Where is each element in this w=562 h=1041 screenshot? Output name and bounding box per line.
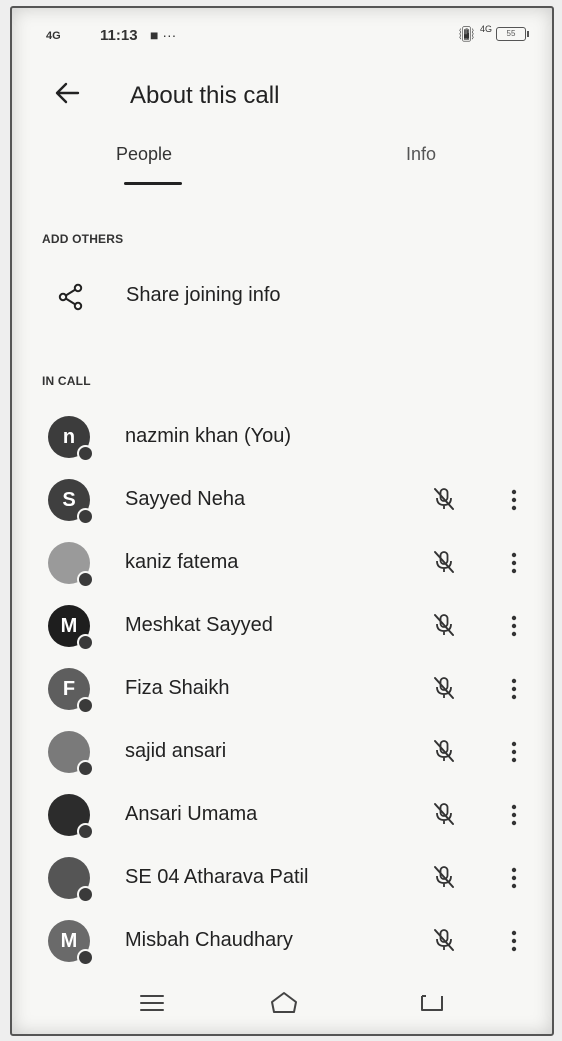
presence-dot xyxy=(77,949,94,966)
status-bar: 4G 11:13 ■ ··· 📳︎ 4G 55 xyxy=(12,8,552,60)
more-options-icon[interactable] xyxy=(504,863,524,893)
status-right: 📳︎ 4G 55 xyxy=(456,24,529,43)
participant-row[interactable]: kaniz fatema xyxy=(12,532,552,592)
avatar xyxy=(48,542,94,588)
participant-name: Fiza Shaikh xyxy=(125,677,230,699)
more-options-icon[interactable] xyxy=(504,674,524,704)
avatar: M xyxy=(48,605,94,651)
share-joining-info-label: Share joining info xyxy=(126,284,281,306)
mic-off-icon[interactable] xyxy=(430,926,458,954)
participant-row[interactable]: F Fiza Shaikh xyxy=(12,658,552,718)
participant-name: Sayyed Neha xyxy=(125,488,246,510)
notification-icons: ■ ··· xyxy=(150,27,177,43)
section-add-others: ADD OTHERS xyxy=(42,232,124,246)
participant-row[interactable]: M Misbah Chaudhary xyxy=(12,910,552,970)
presence-dot xyxy=(77,886,94,903)
presence-dot xyxy=(77,508,94,525)
presence-dot xyxy=(77,760,94,777)
share-icon xyxy=(58,283,83,311)
tab-bar: People Info xyxy=(12,128,552,188)
avatar: M xyxy=(48,920,94,966)
more-options-icon[interactable] xyxy=(504,611,524,641)
mic-off-icon[interactable] xyxy=(430,737,458,765)
participant-row[interactable]: S Sayyed Neha xyxy=(12,469,552,529)
status-time: 11:13 xyxy=(100,27,138,44)
avatar: n xyxy=(48,416,94,462)
battery-icon: 55 xyxy=(496,27,529,41)
mic-off-icon[interactable] xyxy=(430,611,458,639)
participant-name: Meshkat Sayyed xyxy=(125,614,273,636)
participant-name: sajid ansari xyxy=(125,740,227,762)
presence-dot xyxy=(77,823,94,840)
network-type: 4G xyxy=(479,24,492,34)
active-tab-indicator xyxy=(124,182,182,185)
participant-name: SE 04 Atharava Patil xyxy=(125,866,309,888)
participant-row[interactable]: SE 04 Atharava Patil xyxy=(12,847,552,907)
avatar xyxy=(48,857,94,903)
page-title: About this call xyxy=(130,82,280,109)
home-icon[interactable] xyxy=(264,988,304,1018)
mic-off-icon[interactable] xyxy=(430,548,458,576)
avatar xyxy=(48,794,94,840)
presence-dot xyxy=(77,571,94,588)
participant-row[interactable]: sajid ansari xyxy=(12,721,552,781)
participant-row[interactable]: Ansari Umama xyxy=(12,784,552,844)
presence-dot xyxy=(77,634,94,651)
system-nav-bar xyxy=(12,972,552,1034)
tab-info[interactable]: Info xyxy=(406,144,436,165)
signal-indicator: 4G xyxy=(46,30,61,42)
tab-people[interactable]: People xyxy=(116,144,172,165)
more-options-icon[interactable] xyxy=(504,926,524,956)
share-joining-info-button[interactable]: Share joining info xyxy=(12,268,552,328)
participant-row[interactable]: n nazmin khan (You) xyxy=(12,406,552,466)
participant-name: Misbah Chaudhary xyxy=(125,929,293,951)
app-bar: About this call xyxy=(12,66,552,126)
avatar xyxy=(48,731,94,777)
more-options-icon[interactable] xyxy=(504,800,524,830)
participant-name: nazmin khan (You) xyxy=(125,425,292,447)
back-icon[interactable] xyxy=(412,988,452,1018)
participant-name: Ansari Umama xyxy=(125,803,258,825)
menu-icon[interactable] xyxy=(132,988,172,1018)
mic-off-icon[interactable] xyxy=(430,485,458,513)
avatar: S xyxy=(48,479,94,525)
more-options-icon[interactable] xyxy=(504,737,524,767)
more-options-icon[interactable] xyxy=(504,548,524,578)
mic-off-icon[interactable] xyxy=(430,674,458,702)
presence-dot xyxy=(77,697,94,714)
vibrate-icon: 📳︎ xyxy=(456,26,476,43)
participant-row[interactable]: M Meshkat Sayyed xyxy=(12,595,552,655)
section-in-call: IN CALL xyxy=(42,374,91,388)
participant-name: kaniz fatema xyxy=(125,551,239,573)
back-arrow-icon[interactable] xyxy=(52,78,82,108)
more-options-icon[interactable] xyxy=(504,485,524,515)
mic-off-icon[interactable] xyxy=(430,863,458,891)
phone-screen: 4G 11:13 ■ ··· 📳︎ 4G 55 About this call … xyxy=(10,6,554,1036)
avatar: F xyxy=(48,668,94,714)
presence-dot xyxy=(77,445,94,462)
mic-off-icon[interactable] xyxy=(430,800,458,828)
